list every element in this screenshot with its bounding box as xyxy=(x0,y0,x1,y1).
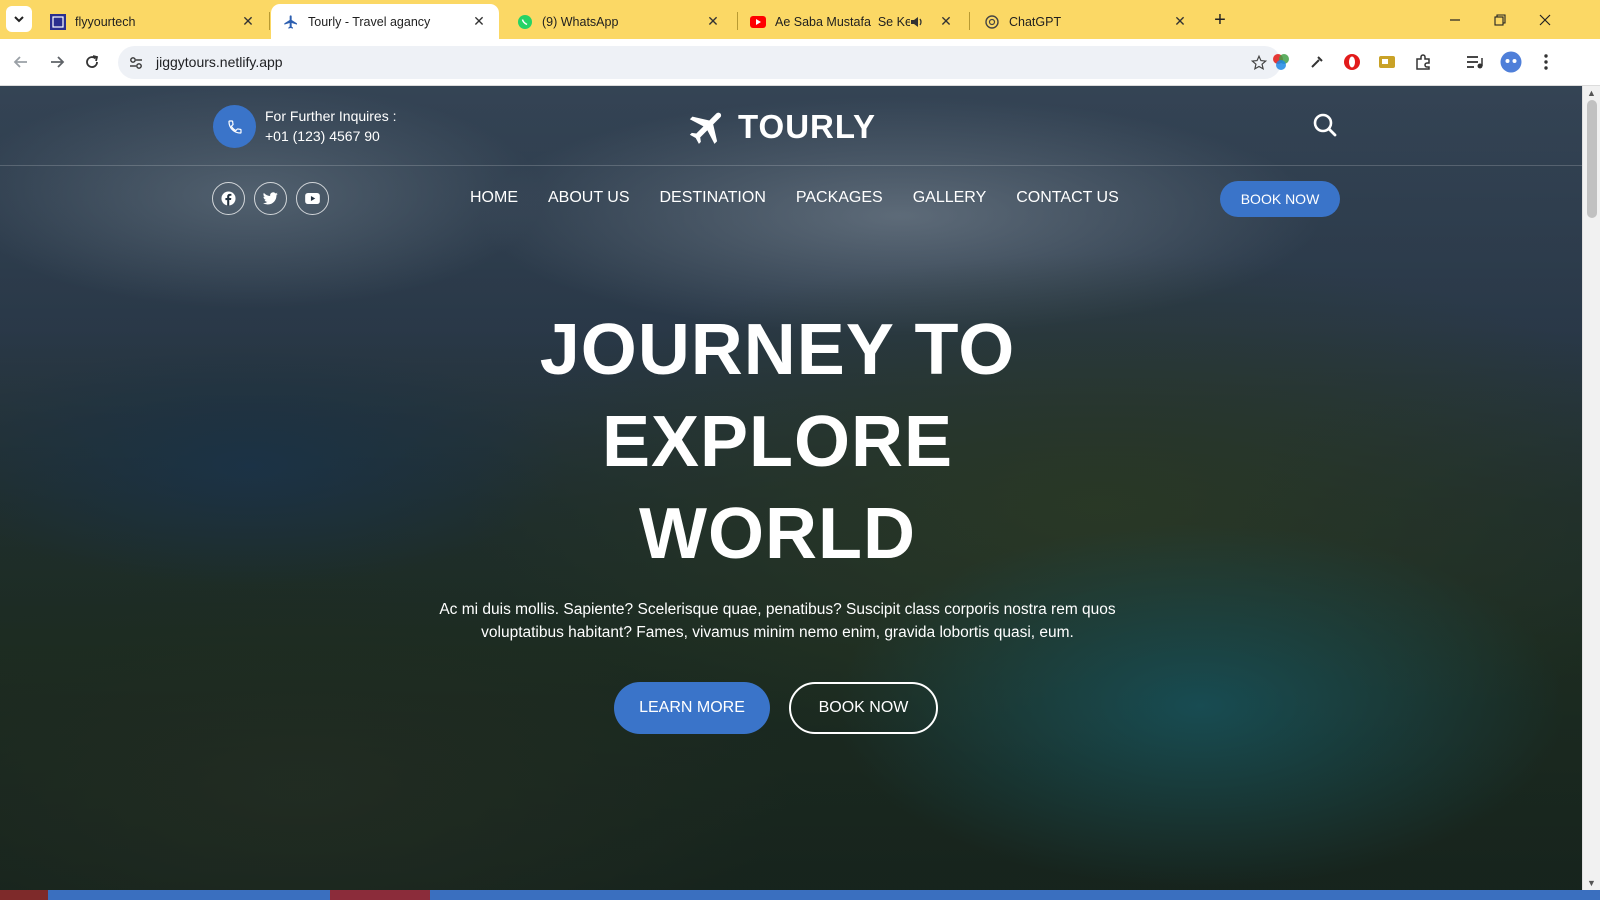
scroll-up-arrow-icon[interactable]: ▲ xyxy=(1587,88,1596,98)
tab-tourly[interactable]: Tourly - Travel agancy ✕ xyxy=(271,4,499,39)
header-book-now-button[interactable]: BOOK NOW xyxy=(1220,181,1340,217)
scrollbar-thumb[interactable] xyxy=(1587,100,1597,218)
hero-description: Ac mi duis mollis. Sapiente? Scelerisque… xyxy=(439,601,1116,641)
taskbar-segment xyxy=(0,890,48,900)
hero-book-now-button[interactable]: BOOK NOW xyxy=(789,682,938,734)
opera-extension-icon[interactable] xyxy=(1341,51,1363,73)
nav-home[interactable]: HOME xyxy=(470,187,518,209)
hero-title-line: JOURNEY TO xyxy=(539,310,1016,390)
scroll-down-arrow-icon[interactable]: ▼ xyxy=(1587,878,1596,888)
close-tab-icon[interactable]: ✕ xyxy=(938,13,954,30)
speaker-icon[interactable] xyxy=(910,15,924,29)
header-divider xyxy=(0,165,1582,166)
youtube-favicon-icon xyxy=(750,14,766,30)
phone-icon xyxy=(227,119,242,134)
new-tab-button[interactable]: + xyxy=(1208,8,1232,32)
hero-title-line: EXPLORE xyxy=(601,402,954,482)
close-tab-icon[interactable]: ✕ xyxy=(1172,13,1188,30)
forward-button[interactable] xyxy=(45,50,69,74)
tab-title: ChatGPT xyxy=(1009,14,1062,29)
tab-separator xyxy=(969,12,970,30)
contact-info: For Further Inquires : +01 (123) 4567 90 xyxy=(265,106,397,146)
reload-button[interactable] xyxy=(80,50,104,74)
close-tab-icon[interactable]: ✕ xyxy=(705,13,721,30)
tab-whatsapp[interactable]: (9) WhatsApp ✕ xyxy=(505,4,733,39)
close-tab-icon[interactable]: ✕ xyxy=(240,13,256,30)
search-icon xyxy=(1313,113,1337,137)
nav-gallery[interactable]: GALLERY xyxy=(913,187,987,209)
airplane-logo-icon xyxy=(689,112,722,144)
facebook-link[interactable] xyxy=(212,182,245,215)
taskbar-edge xyxy=(0,890,1600,900)
profile-avatar-icon[interactable] xyxy=(1500,51,1522,73)
eyedropper-extension-icon[interactable] xyxy=(1306,51,1328,73)
inquiry-label: For Further Inquires : xyxy=(265,108,397,124)
reload-icon xyxy=(86,55,99,68)
chevron-down-icon xyxy=(14,16,24,23)
nav-contact-us[interactable]: CONTACT US xyxy=(1016,187,1119,209)
tab-separator xyxy=(269,12,270,30)
bookmark-star-icon[interactable] xyxy=(1249,53,1269,73)
browser-tab-strip: flyyourtech ✕ Tourly - Travel agancy ✕ (… xyxy=(0,0,1600,39)
tab-title: Ae Saba Mustafa ️ Se Keh xyxy=(775,14,910,29)
page-scrollbar[interactable]: ▲ ▼ xyxy=(1582,86,1600,890)
tab-title: (9) WhatsApp xyxy=(542,14,619,29)
twitter-icon xyxy=(263,192,278,205)
hero-title: JOURNEY TO EXPLORE WORLD xyxy=(400,304,1155,580)
chatgpt-favicon-icon xyxy=(984,14,1000,30)
facebook-icon xyxy=(221,191,236,206)
nav-packages[interactable]: PACKAGES xyxy=(796,187,883,209)
tab-search-button[interactable] xyxy=(6,6,32,32)
nav-destination[interactable]: DESTINATION xyxy=(660,187,766,209)
hero-section: For Further Inquires : +01 (123) 4567 90… xyxy=(0,86,1582,890)
logo-text: TOURLY xyxy=(738,108,877,145)
site-logo[interactable]: TOURLY xyxy=(686,104,876,150)
extensions-puzzle-icon[interactable] xyxy=(1412,51,1434,73)
taskbar-segment xyxy=(330,890,430,900)
browser-menu-icon[interactable] xyxy=(1535,51,1557,73)
address-bar[interactable]: jiggytours.netlify.app xyxy=(118,46,1281,79)
tab-title: flyyourtech xyxy=(75,14,136,29)
main-nav: HOME ABOUT US DESTINATION PACKAGES GALLE… xyxy=(470,187,1149,209)
youtube-link[interactable] xyxy=(296,182,329,215)
tab-chatgpt[interactable]: ChatGPT ✕ xyxy=(972,4,1200,39)
back-button[interactable] xyxy=(9,50,33,74)
forward-arrow-icon xyxy=(51,56,65,68)
hero-title-line: WORLD xyxy=(639,494,916,574)
browser-toolbar: jiggytours.netlify.app xyxy=(0,39,1600,86)
twitter-link[interactable] xyxy=(254,182,287,215)
airplane-favicon-icon xyxy=(283,14,299,30)
url-text: jiggytours.netlify.app xyxy=(156,54,283,70)
flyyourtech-favicon-icon xyxy=(50,13,66,30)
site-info-icon[interactable] xyxy=(126,53,146,73)
tab-youtube[interactable]: Ae Saba Mustafa ️ Se Keh ✕ xyxy=(738,4,966,39)
back-arrow-icon xyxy=(13,56,27,68)
whatsapp-favicon-icon xyxy=(517,14,533,30)
restore-button[interactable] xyxy=(1488,8,1512,32)
nav-about-us[interactable]: ABOUT US xyxy=(548,187,630,209)
minimize-button[interactable] xyxy=(1443,8,1467,32)
close-window-button[interactable] xyxy=(1533,8,1557,32)
tab-title: Tourly - Travel agancy xyxy=(308,14,431,29)
youtube-icon xyxy=(305,193,320,204)
color-picker-extension-icon[interactable] xyxy=(1270,51,1292,73)
wallet-extension-icon[interactable] xyxy=(1376,51,1398,73)
learn-more-button[interactable]: LEARN MORE xyxy=(614,682,770,734)
tab-flyyourtech[interactable]: flyyourtech ✕ xyxy=(38,4,268,39)
phone-button[interactable] xyxy=(213,105,256,148)
media-controls-icon[interactable] xyxy=(1464,51,1486,73)
search-button[interactable] xyxy=(1310,110,1340,140)
close-tab-icon[interactable]: ✕ xyxy=(471,13,487,30)
phone-number[interactable]: +01 (123) 4567 90 xyxy=(265,126,397,146)
